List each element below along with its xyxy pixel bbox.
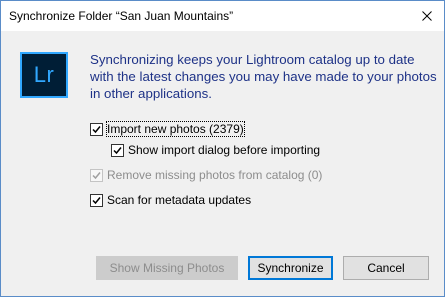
message-line-3: in other applications. xyxy=(90,86,212,101)
synchronize-folder-dialog: Synchronize Folder “San Juan Mountains” … xyxy=(0,0,445,297)
scan-metadata-option[interactable]: Scan for metadata updates xyxy=(90,193,251,207)
show-import-dialog-checkbox[interactable] xyxy=(111,143,124,157)
show-import-dialog-label: Show import dialog before importing xyxy=(128,143,321,157)
close-button[interactable] xyxy=(410,1,444,31)
title-bar[interactable]: Synchronize Folder “San Juan Mountains” xyxy=(1,1,444,31)
import-new-photos-option[interactable]: Import new photos (2379) xyxy=(90,121,245,137)
message-line-2: with the latest changes you may have mad… xyxy=(90,69,437,84)
import-new-photos-label: Import new photos (2379) xyxy=(106,121,245,137)
remove-missing-photos-checkbox xyxy=(90,168,103,182)
lightroom-logo-icon: Lr xyxy=(20,52,68,98)
cancel-button[interactable]: Cancel xyxy=(343,256,429,280)
import-new-photos-checkbox[interactable] xyxy=(90,122,103,136)
message-line-1: Synchronizing keeps your Lightroom catal… xyxy=(90,52,415,67)
synchronize-button[interactable]: Synchronize xyxy=(248,256,333,280)
close-icon xyxy=(422,11,432,21)
checkmark-icon xyxy=(92,171,101,179)
show-missing-photos-button: Show Missing Photos xyxy=(96,256,238,280)
checkmark-icon xyxy=(92,196,101,204)
checkmark-icon xyxy=(113,146,122,154)
scan-metadata-label: Scan for metadata updates xyxy=(107,193,252,207)
lightroom-logo-text: Lr xyxy=(33,62,55,87)
window-title: Synchronize Folder “San Juan Mountains” xyxy=(9,9,234,23)
checkmark-icon xyxy=(92,125,101,133)
remove-missing-photos-label: Remove missing photos from catalog (0) xyxy=(107,168,323,182)
show-import-dialog-option[interactable]: Show import dialog before importing xyxy=(111,143,320,157)
scan-metadata-checkbox[interactable] xyxy=(90,193,103,207)
remove-missing-photos-option: Remove missing photos from catalog (0) xyxy=(90,168,322,182)
dialog-message: Synchronizing keeps your Lightroom catal… xyxy=(90,51,437,102)
